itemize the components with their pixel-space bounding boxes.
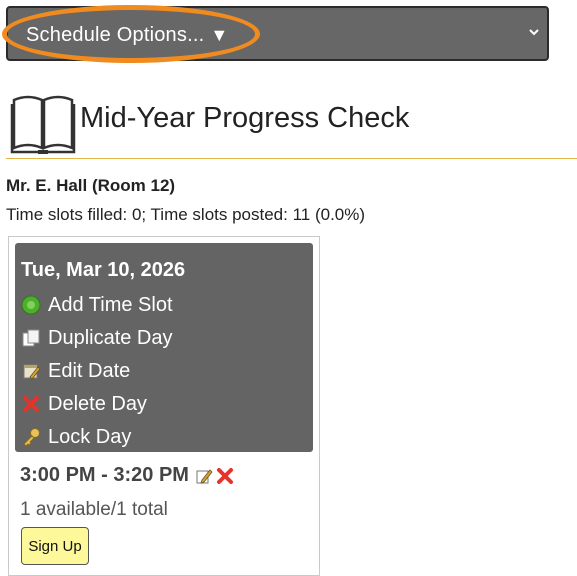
key-icon xyxy=(23,428,40,447)
time-slot: 3:00 PM - 3:20 PM xyxy=(20,464,234,487)
sign-up-button[interactable]: Sign Up xyxy=(21,527,89,565)
edit-date-item[interactable]: Edit Date xyxy=(21,357,130,385)
add-circle-icon xyxy=(21,295,41,315)
day-menu: Tue, Mar 10, 2026 Add Time Slot Duplicat… xyxy=(15,243,313,452)
calendar-edit-icon xyxy=(23,364,41,380)
day-date: Tue, Mar 10, 2026 xyxy=(21,259,186,281)
menu-item-label: Edit Date xyxy=(48,359,131,382)
menu-item-label: Delete Day xyxy=(48,392,147,415)
delete-slot-icon[interactable] xyxy=(216,467,234,485)
chevron-down-icon xyxy=(529,29,539,36)
edit-pencil-icon[interactable] xyxy=(195,467,213,485)
time-slot-label: 3:00 PM - 3:20 PM xyxy=(20,464,189,486)
schedule-options-label: Schedule Options... ▼ xyxy=(26,24,229,46)
duplicate-day-item[interactable]: Duplicate Day xyxy=(21,324,173,352)
availability-text: 1 available/1 total xyxy=(20,499,168,520)
menu-item-label: Duplicate Day xyxy=(48,326,173,349)
delete-x-icon xyxy=(23,396,39,412)
slots-summary: Time slots filled: 0; Time slots posted:… xyxy=(6,205,366,224)
menu-item-label: Lock Day xyxy=(48,425,132,448)
menu-item-label: Add Time Slot xyxy=(48,293,173,316)
open-book-icon xyxy=(10,95,76,154)
title-divider xyxy=(6,158,577,159)
lock-day-item[interactable]: Lock Day xyxy=(21,423,131,451)
title-row: Mid-Year Progress Check xyxy=(8,88,577,156)
add-time-slot-item[interactable]: Add Time Slot xyxy=(21,291,173,319)
duplicate-icon xyxy=(22,329,40,347)
schedule-options-select[interactable]: Schedule Options... ▼ xyxy=(6,6,549,61)
teacher-name: Mr. E. Hall (Room 12) xyxy=(6,176,176,195)
delete-day-item[interactable]: Delete Day xyxy=(21,390,147,418)
page-title: Mid-Year Progress Check xyxy=(80,102,410,134)
day-card: Tue, Mar 10, 2026 Add Time Slot Duplicat… xyxy=(8,236,320,576)
caret-down-icon: ▼ xyxy=(210,25,229,45)
